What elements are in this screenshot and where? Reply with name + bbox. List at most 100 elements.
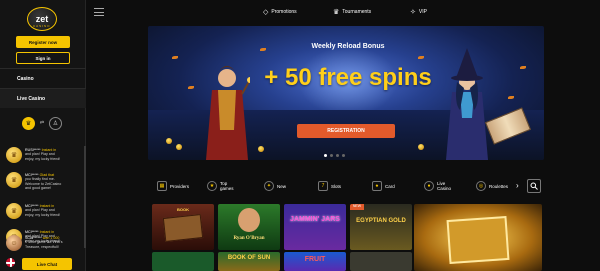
category-label: New: [277, 183, 287, 189]
topnav-tournaments[interactable]: ♛ Tournaments: [333, 6, 371, 18]
providers-icon: ▦: [157, 181, 167, 191]
register-button[interactable]: Register now: [16, 36, 70, 48]
promo-banner[interactable]: Weekly Reload Bonus + 50 free spins REGI…: [148, 26, 544, 160]
game-title: FRUIT: [304, 256, 326, 263]
list-item: ♛ RUSI***** Instant in and plan! Play an…: [6, 144, 82, 168]
game-title: Ryan O'Bryan: [233, 236, 265, 241]
live-chat-button[interactable]: Live Chat: [22, 258, 72, 270]
game-tile[interactable]: [152, 252, 214, 271]
signin-button[interactable]: Sign in: [16, 52, 70, 64]
swap-icon: ⇄: [39, 120, 45, 126]
live-icon: ●: [424, 181, 434, 191]
category-label: Roulettes: [489, 183, 509, 189]
search-button[interactable]: [527, 179, 541, 193]
book-art: [162, 214, 204, 242]
hamburger-menu-icon[interactable]: [94, 8, 104, 16]
game-title: JAMMIN' JARS: [290, 216, 340, 223]
game-title: EGYPTIAN GOLD: [356, 218, 406, 224]
coin-decoration: [418, 144, 424, 150]
category-new[interactable]: ✦ New: [264, 178, 286, 194]
win-text: enjoy, my lucky friend!: [25, 212, 61, 217]
chevron-right-icon[interactable]: ›: [516, 181, 519, 190]
category-providers[interactable]: ▦ Providers: [157, 178, 189, 194]
leaf-decoration: [520, 66, 526, 69]
golden-book-art: [446, 215, 510, 265]
coin-decoration: [258, 146, 264, 152]
leaf-decoration: [508, 96, 514, 99]
game-title: BOOK: [177, 207, 189, 212]
logo-subtext: CASINO: [33, 24, 51, 28]
trophy-tab-icon[interactable]: ♙: [49, 116, 62, 130]
category-label: Card: [385, 183, 395, 189]
sidebar: zet CASINO Register now Sign in Casino L…: [0, 0, 86, 271]
category-label: Top games: [220, 181, 234, 191]
search-icon: [530, 182, 538, 190]
leaf-decoration: [260, 48, 266, 51]
banner-headline: + 50 free spins: [264, 64, 432, 91]
game-tile[interactable]: BOOK: [152, 204, 214, 250]
topnav-label: Tournaments: [342, 9, 372, 15]
coin-decoration: [166, 138, 172, 144]
roulette-icon: ◎: [476, 181, 486, 191]
category-card[interactable]: ♠ Card: [372, 178, 395, 194]
game-title: BOOK OF SUN: [227, 255, 271, 261]
registration-button[interactable]: REGISTRATION: [297, 124, 395, 138]
category-label: Providers: [170, 183, 190, 189]
player-avatar-icon: ☺: [6, 235, 22, 251]
new-icon: ✦: [264, 181, 274, 191]
topnav-promotions[interactable]: ◇ Promotions: [263, 6, 297, 18]
game-tile-large[interactable]: [414, 204, 542, 271]
game-tile[interactable]: JAMMIN' JARS: [284, 204, 346, 250]
card-icon: ♠: [372, 181, 382, 191]
page: zet CASINO Register now Sign in Casino L…: [0, 0, 600, 271]
banner-title: Weekly Reload Bonus: [311, 43, 385, 50]
crown-avatar-icon: ♛: [6, 203, 22, 219]
topnav-label: VIP: [418, 9, 427, 15]
list-item: ♛ MCI***** Glad that you finally find me…: [6, 169, 82, 193]
diamond-icon: ◇: [263, 9, 269, 16]
topnav-vip[interactable]: ✧ VIP: [410, 6, 427, 18]
category-live-casino[interactable]: ● Live Casino: [424, 178, 458, 194]
slide-dot[interactable]: [330, 154, 333, 157]
game-tile[interactable]: BOOK OF SUN: [218, 252, 280, 271]
category-top-games[interactable]: ★ Top games: [207, 178, 241, 194]
slider-dots: [324, 154, 345, 157]
slide-dot[interactable]: [336, 154, 339, 157]
crown-tab-icon[interactable]: ♛: [22, 116, 35, 130]
new-badge: NEW: [350, 204, 364, 210]
list-item: ☺ SCAP***** won 1 000 € 10 in game Da Vi…: [6, 232, 82, 256]
game-tile[interactable]: FRUIT: [284, 252, 346, 271]
leaf-decoration: [418, 56, 424, 59]
leprechaun-art: [238, 208, 260, 232]
category-bar: ▦ Providers ★ Top games ✦ New 7 Slots ♠ …: [150, 178, 544, 194]
game-tile[interactable]: NEW EGYPTIAN GOLD: [350, 204, 412, 250]
star-icon: ★: [207, 181, 217, 191]
sidebar-item-casino[interactable]: Casino: [0, 72, 86, 86]
topnav-label: Promotions: [271, 9, 297, 15]
sidebar-divider: [0, 68, 86, 69]
coin-decoration: [176, 144, 182, 150]
win-text: Treasure, respectfull!: [25, 244, 59, 249]
category-label: Live Casino: [437, 181, 452, 191]
slide-dot[interactable]: [342, 154, 345, 157]
slots-icon: 7: [318, 181, 328, 191]
list-item: ♛ MCI***** Instant in and plan! Play and…: [6, 200, 82, 224]
game-tile[interactable]: [350, 252, 412, 271]
sidebar-item-live-casino[interactable]: Live Casino: [0, 89, 86, 108]
uk-flag-icon[interactable]: [6, 258, 15, 267]
game-tile[interactable]: Ryan O'Bryan: [218, 204, 280, 250]
wins-scrollbar[interactable]: [84, 146, 86, 248]
wins-tabs: ♛ ⇄ ♙: [22, 116, 68, 130]
crown-avatar-icon: ♛: [6, 172, 22, 188]
logo-text: zet: [35, 14, 49, 24]
crown-avatar-icon: ♛: [6, 147, 22, 163]
crown-icon: ♛: [333, 9, 340, 16]
category-roulettes[interactable]: ◎ Roulettes: [476, 178, 508, 194]
slide-dot[interactable]: [324, 154, 327, 157]
category-label: Slots: [331, 183, 342, 189]
category-slots[interactable]: 7 Slots: [318, 178, 341, 194]
leaf-decoration: [172, 56, 178, 59]
win-text: enjoy, my lucky friend!: [25, 156, 61, 161]
win-text: and good game!: [25, 185, 51, 190]
gem-icon: ✧: [410, 9, 416, 16]
